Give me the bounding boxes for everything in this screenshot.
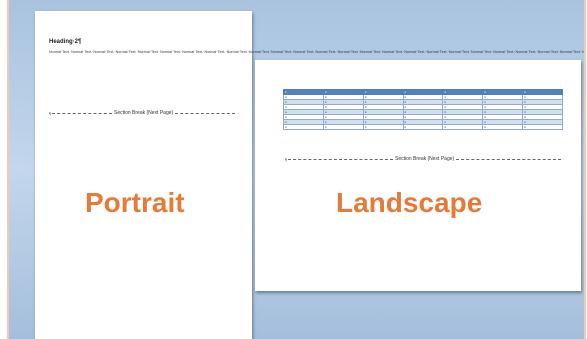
cell-end-mark-icon: ¤ bbox=[484, 115, 486, 119]
landscape-page[interactable]: ¤ ¤ ¤ ¤ ¤ ¤ ¤ ¤ ¤ ¤ ¤ ¤ ¤ ¤ ¤ ¤ ¤ ¤ ¤ ¤ ¤ ¤ ¤ ¤ ¤ ¤ ¤ ¤ ¤ ¤ ¤ ¤ ¤ ¤ ¤ ¤ ¤ ¤ ¤ ¤… bbox=[255, 60, 581, 291]
cell-end-mark-icon: ¤ bbox=[285, 105, 287, 109]
cell-end-mark-icon: ¤ bbox=[285, 125, 287, 129]
cell-end-mark-icon: ¤ bbox=[484, 90, 486, 94]
cell-end-mark-icon: ¤ bbox=[404, 120, 407, 124]
cell-end-mark-icon: ¤ bbox=[484, 125, 486, 129]
cell-end-mark-icon: ¤ bbox=[444, 90, 447, 94]
section-break-label: Section Break (Next Page) bbox=[113, 110, 174, 116]
table-cell[interactable]: ¤ bbox=[522, 124, 563, 130]
cell-end-mark-icon: ¤ bbox=[285, 110, 287, 114]
cell-end-mark-icon: ¤ bbox=[524, 105, 526, 109]
cell-end-mark-icon: ¤ bbox=[404, 90, 407, 94]
cell-end-mark-icon: ¤ bbox=[444, 105, 447, 109]
cell-end-mark-icon: ¤ bbox=[324, 120, 327, 124]
landscape-label: Landscape bbox=[336, 187, 483, 218]
cell-end-mark-icon: ¤ bbox=[524, 125, 526, 129]
cell-end-mark-icon: ¤ bbox=[524, 100, 526, 104]
table-cell[interactable]: ¤ bbox=[322, 124, 364, 130]
cell-end-mark-icon: ¤ bbox=[444, 120, 447, 124]
section-break-label: Section Break (Next Page) bbox=[394, 156, 455, 162]
cell-end-mark-icon: ¤ bbox=[364, 90, 367, 94]
cell-end-mark-icon: ¤ bbox=[285, 115, 287, 119]
cell-end-mark-icon: ¤ bbox=[484, 120, 486, 124]
table-row: ¤ ¤ ¤ ¤ ¤ ¤ ¤ bbox=[283, 124, 563, 130]
cell-end-mark-icon: ¤ bbox=[524, 110, 526, 114]
cell-end-mark-icon: ¤ bbox=[404, 105, 407, 109]
cell-end-mark-icon: ¤ bbox=[324, 100, 327, 104]
cell-end-mark-icon: ¤ bbox=[404, 110, 407, 114]
cell-end-mark-icon: ¤ bbox=[285, 95, 287, 99]
cell-end-mark-icon: ¤ bbox=[524, 95, 526, 99]
cell-end-mark-icon: ¤ bbox=[484, 100, 486, 104]
cell-end-mark-icon: ¤ bbox=[364, 115, 367, 119]
cell-end-mark-icon: ¤ bbox=[324, 90, 327, 94]
cell-end-mark-icon: ¤ bbox=[404, 125, 407, 129]
document-canvas: Heading·2¶ Normal·Text.·Normal·Text.·Nor… bbox=[7, 0, 586, 339]
section-break-landscape: ¶ Section Break (Next Page) bbox=[285, 156, 562, 162]
page-heading: Heading·2¶ bbox=[49, 39, 82, 45]
cell-end-mark-icon: ¤ bbox=[324, 125, 327, 129]
table-cell[interactable]: ¤ bbox=[402, 124, 444, 130]
cell-end-mark-icon: ¤ bbox=[444, 95, 447, 99]
cell-end-mark-icon: ¤ bbox=[444, 110, 447, 114]
cell-end-mark-icon: ¤ bbox=[324, 110, 327, 114]
cell-end-mark-icon: ¤ bbox=[404, 100, 407, 104]
cell-end-mark-icon: ¤ bbox=[524, 120, 526, 124]
cell-end-mark-icon: ¤ bbox=[364, 125, 367, 129]
cell-end-mark-icon: ¤ bbox=[285, 90, 287, 94]
table-cell[interactable]: ¤ bbox=[482, 124, 524, 130]
cell-end-mark-icon: ¤ bbox=[524, 90, 526, 94]
cell-end-mark-icon: ¤ bbox=[285, 120, 287, 124]
section-break-rule-right bbox=[456, 158, 562, 160]
portrait-label: Portrait bbox=[85, 187, 185, 218]
word-table[interactable]: ¤ ¤ ¤ ¤ ¤ ¤ ¤ ¤ ¤ ¤ ¤ ¤ ¤ ¤ ¤ ¤ ¤ ¤ ¤ ¤ ¤ ¤ ¤ ¤ ¤ ¤ ¤ ¤ ¤ ¤ ¤ ¤ ¤ ¤ ¤ ¤ ¤ ¤ ¤ ¤… bbox=[283, 89, 563, 130]
cell-end-mark-icon: ¤ bbox=[324, 115, 327, 119]
normal-text-paragraph: Normal·Text.·Normal·Text.·Normal·Text.·N… bbox=[49, 50, 585, 54]
cell-end-mark-icon: ¤ bbox=[404, 115, 407, 119]
cell-end-mark-icon: ¤ bbox=[364, 120, 367, 124]
cell-end-mark-icon: ¤ bbox=[444, 115, 447, 119]
cell-end-mark-icon: ¤ bbox=[484, 110, 486, 114]
section-break-portrait: ¶ Section Break (Next Page) bbox=[49, 110, 236, 116]
cell-end-mark-icon: ¤ bbox=[324, 105, 327, 109]
cell-end-mark-icon: ¤ bbox=[444, 100, 447, 104]
section-break-rule-left bbox=[52, 112, 112, 114]
cell-end-mark-icon: ¤ bbox=[324, 95, 327, 99]
section-break-rule-right bbox=[175, 112, 236, 114]
cell-end-mark-icon: ¤ bbox=[285, 100, 287, 104]
cell-end-mark-icon: ¤ bbox=[484, 105, 486, 109]
cell-end-mark-icon: ¤ bbox=[364, 110, 367, 114]
section-break-rule-left bbox=[288, 158, 393, 160]
table-container: ¤ ¤ ¤ ¤ ¤ ¤ ¤ ¤ ¤ ¤ ¤ ¤ ¤ ¤ ¤ ¤ ¤ ¤ ¤ ¤ ¤ ¤ ¤ ¤ ¤ ¤ ¤ ¤ ¤ ¤ ¤ ¤ ¤ ¤ ¤ ¤ ¤ ¤ ¤ ¤… bbox=[283, 89, 563, 130]
cell-end-mark-icon: ¤ bbox=[364, 95, 367, 99]
table-cell[interactable]: ¤ bbox=[283, 124, 324, 130]
cell-end-mark-icon: ¤ bbox=[484, 95, 486, 99]
cell-end-mark-icon: ¤ bbox=[404, 95, 407, 99]
cell-end-mark-icon: ¤ bbox=[364, 105, 367, 109]
table-cell[interactable]: ¤ bbox=[362, 124, 404, 130]
portrait-page[interactable]: Heading·2¶ Normal·Text.·Normal·Text.·Nor… bbox=[35, 11, 585, 339]
table-cell[interactable]: ¤ bbox=[442, 124, 484, 130]
cell-end-mark-icon: ¤ bbox=[524, 115, 526, 119]
cell-end-mark-icon: ¤ bbox=[444, 125, 447, 129]
cell-end-mark-icon: ¤ bbox=[364, 100, 367, 104]
